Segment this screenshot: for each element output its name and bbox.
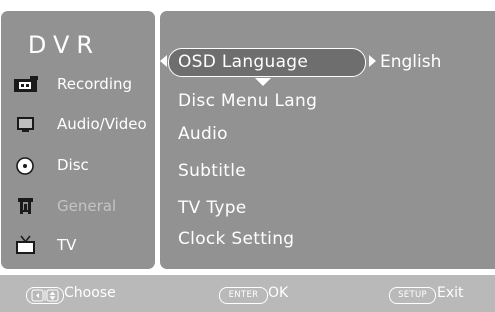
enter-key-icon: ENTER (219, 287, 268, 304)
menu-item-tv-type[interactable]: TV Type (178, 198, 247, 218)
sidebar-item-label: TV (57, 236, 77, 254)
navigation-keys-icon (26, 287, 64, 304)
sidebar-item-tv[interactable]: TV (1, 230, 155, 260)
arrow-right-icon (369, 55, 376, 67)
menu-item-clock-setting[interactable]: Clock Setting (178, 229, 294, 249)
sidebar-item-label: Recording (57, 75, 133, 93)
menu-item-subtitle[interactable]: Subtitle (178, 161, 246, 181)
ok-hint: OK (268, 285, 289, 301)
choose-hint: Choose (64, 285, 116, 301)
tv-icon (13, 234, 39, 256)
monitor-icon (13, 113, 39, 135)
menu-item-osd-language[interactable]: OSD Language (178, 52, 308, 72)
sidebar-item-label: General (57, 197, 117, 215)
exit-hint: Exit (437, 285, 464, 301)
sidebar-item-recording[interactable]: Recording (1, 69, 155, 99)
sidebar-item-label: Audio/Video (57, 115, 147, 133)
sidebar-item-general[interactable]: General (1, 191, 155, 221)
menu-item-disc-menu-lang[interactable]: Disc Menu Lang (178, 91, 317, 111)
menu-item-audio[interactable]: Audio (178, 124, 228, 144)
sidebar-item-label: Disc (57, 156, 89, 174)
recorder-icon (13, 73, 39, 95)
osd-language-value[interactable]: English (380, 52, 441, 72)
category-panel: DVR Recording Audio/Video Disc General T… (1, 11, 155, 269)
disc-icon (13, 154, 39, 176)
app-title: DVR (27, 31, 101, 59)
sidebar-item-disc[interactable]: Disc (1, 150, 155, 180)
sidebar-item-audio-video[interactable]: Audio/Video (1, 109, 155, 139)
setup-key-icon: SETUP (389, 287, 436, 304)
tools-icon (13, 195, 39, 217)
arrow-left-icon (160, 55, 167, 67)
arrow-down-icon (255, 78, 271, 86)
